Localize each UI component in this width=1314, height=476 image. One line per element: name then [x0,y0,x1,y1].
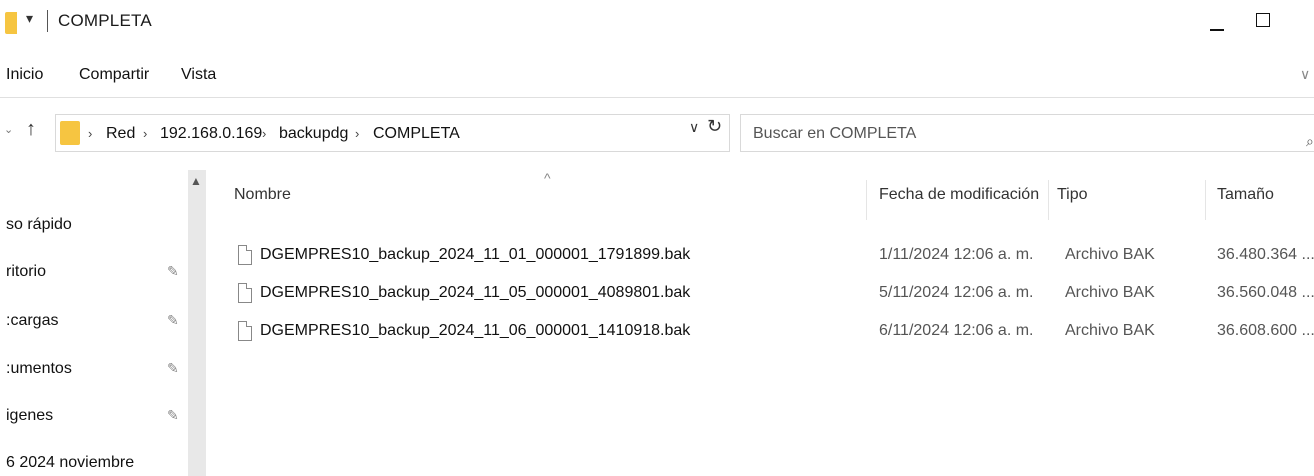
file-type: Archivo BAK [1065,322,1155,339]
title-bar: ▾ COMPLETA [0,0,1314,46]
file-row[interactable]: DGEMPRES10_backup_2024_11_06_000001_1410… [210,318,1314,348]
search-icon[interactable]: ⌕ [1306,133,1314,150]
file-size: 36.560.048 ... [1217,284,1314,301]
breadcrumb-red[interactable]: Red [106,125,135,143]
chevron-right-icon[interactable]: › [262,126,266,141]
file-size: 36.608.600 ... [1217,322,1314,339]
column-divider[interactable] [1048,180,1049,220]
file-list: ^ Nombre Fecha de modificación Tipo Tama… [210,170,1314,476]
scroll-up-icon[interactable]: ▲ [190,174,202,188]
maximize-button[interactable] [1256,13,1270,27]
sort-ascending-icon: ^ [544,170,551,186]
sidebar-item-descargas[interactable]: :cargas [6,312,58,330]
sidebar-item-imagenes[interactable]: igenes [6,407,53,425]
pin-icon: ✎ [167,263,179,279]
file-icon [238,245,252,265]
file-row[interactable]: DGEMPRES10_backup_2024_11_05_000001_4089… [210,280,1314,310]
search-placeholder: Buscar en COMPLETA [753,125,917,142]
column-header-type[interactable]: Tipo [1057,186,1088,204]
sidebar-scrollbar[interactable]: ▲ [188,170,206,476]
quick-access-dropdown-icon[interactable]: ▾ [26,10,33,27]
pin-icon: ✎ [167,407,179,423]
file-icon [238,321,252,341]
sidebar-item-2024-noviembre[interactable]: 6 2024 noviembre [6,454,134,472]
sidebar-item-documentos[interactable]: :umentos [6,360,72,378]
tab-inicio[interactable]: Inicio [6,66,43,84]
sidebar-item-acceso-rapido[interactable]: so rápido [6,216,72,234]
pin-icon: ✎ [167,312,179,328]
chevron-right-icon[interactable]: › [143,126,147,141]
chevron-right-icon[interactable]: › [88,126,92,141]
breadcrumb-backupdg[interactable]: backupdg [279,125,348,143]
ribbon-expand-icon[interactable]: ∨ [1300,66,1310,83]
breadcrumb-completa[interactable]: COMPLETA [373,125,460,143]
navigation-pane: so rápido ritorio ✎ :cargas ✎ :umentos ✎… [0,170,210,476]
file-row[interactable]: DGEMPRES10_backup_2024_11_01_000001_1791… [210,242,1314,272]
search-input[interactable]: Buscar en COMPLETA ⌕ [740,114,1314,152]
recent-locations-icon[interactable]: ⌄ [4,123,13,136]
column-header-date[interactable]: Fecha de modificación [879,186,1039,204]
folder-icon [5,12,17,34]
column-divider[interactable] [1205,180,1206,220]
column-divider[interactable] [866,180,867,220]
pin-icon: ✎ [167,360,179,376]
file-type: Archivo BAK [1065,246,1155,263]
address-dropdown-icon[interactable]: ∨ [689,119,699,136]
navigation-bar: ⌄ ↑ › Red › 192.168.0.169 › backupdg › C… [0,108,1314,158]
file-date: 6/11/2024 12:06 a. m. [879,322,1034,339]
minimize-button[interactable] [1208,6,1228,36]
column-header-size[interactable]: Tamaño [1217,186,1274,204]
ribbon: Inicio Compartir Vista ∨ [0,52,1314,98]
file-name: DGEMPRES10_backup_2024_11_05_000001_4089… [260,284,691,301]
refresh-icon[interactable]: ↻ [707,116,722,137]
breadcrumb-ip[interactable]: 192.168.0.169 [160,125,262,143]
tab-vista[interactable]: Vista [181,66,216,84]
address-bar[interactable]: › Red › 192.168.0.169 › backupdg › COMPL… [55,114,730,152]
chevron-right-icon[interactable]: › [355,126,359,141]
file-date: 5/11/2024 12:06 a. m. [879,284,1034,301]
file-date: 1/11/2024 12:06 a. m. [879,246,1034,263]
file-name: DGEMPRES10_backup_2024_11_06_000001_1410… [260,322,691,339]
file-icon [238,283,252,303]
tab-compartir[interactable]: Compartir [79,66,149,84]
file-size: 36.480.364 ... [1217,246,1314,263]
file-type: Archivo BAK [1065,284,1155,301]
up-arrow-icon[interactable]: ↑ [26,118,36,141]
column-header-name[interactable]: Nombre [234,186,291,204]
file-name: DGEMPRES10_backup_2024_11_01_000001_1791… [260,246,691,263]
folder-icon [60,121,80,145]
window-title: COMPLETA [58,11,152,30]
title-separator [47,10,48,32]
sidebar-item-escritorio[interactable]: ritorio [6,263,46,281]
